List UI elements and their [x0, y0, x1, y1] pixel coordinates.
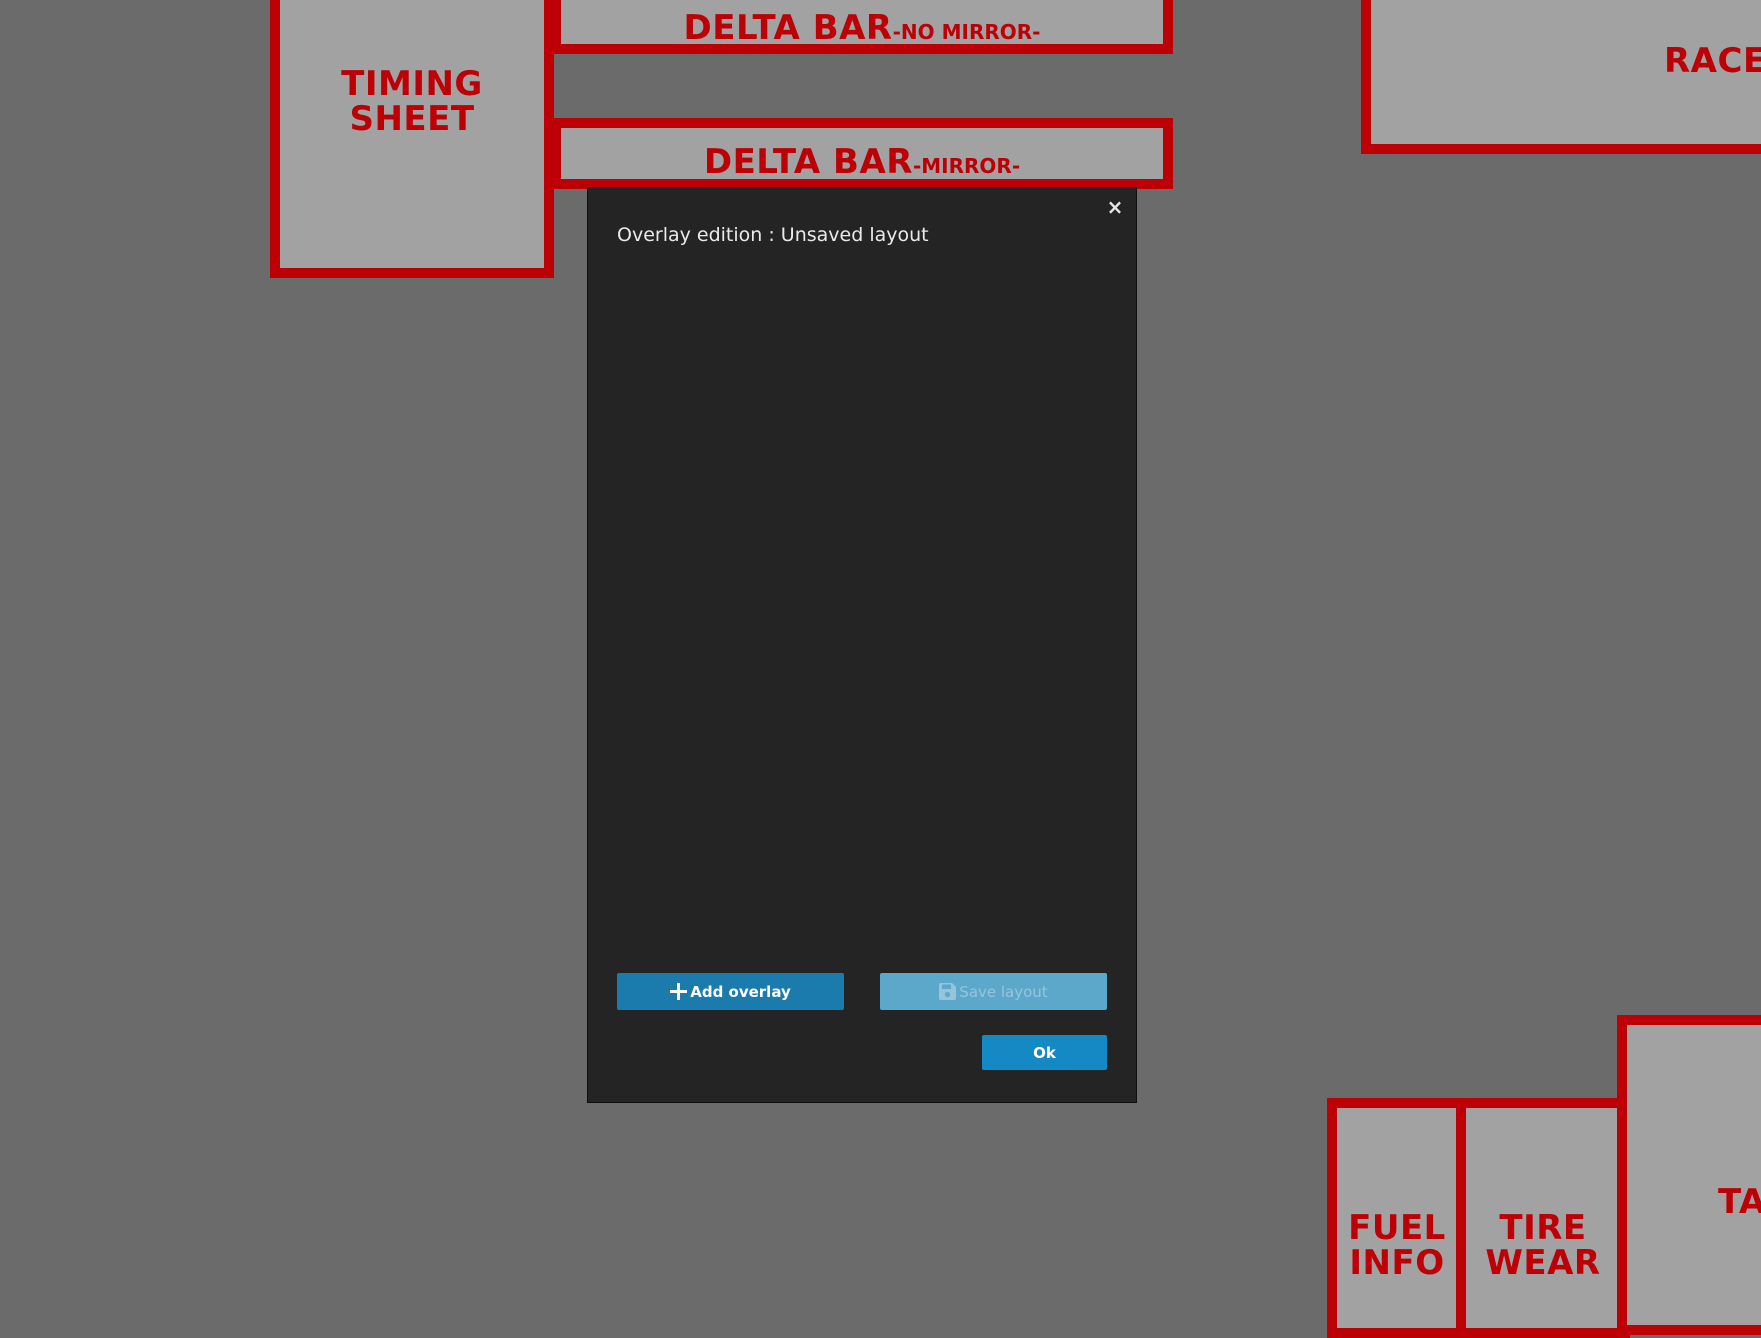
overlay-delta-bar-no-mirror-title: DELTA BAR	[683, 8, 893, 48]
add-overlay-button[interactable]: Add overlay	[617, 973, 844, 1010]
overlay-delta-bar-mirror-label: DELTA BAR-MIRROR-	[561, 145, 1163, 179]
overlay-timing-sheet-line2: SHEET	[349, 99, 475, 139]
overlay-delta-bar-no-mirror[interactable]: DELTA BAR-NO MIRROR-	[551, 0, 1173, 54]
plus-icon	[670, 983, 688, 1000]
overlay-timing-sheet-line1: TIMING	[341, 64, 483, 104]
ok-button[interactable]: Ok	[982, 1035, 1107, 1070]
overlay-race[interactable]: RACE	[1361, 0, 1761, 154]
overlay-delta-bar-mirror[interactable]: DELTA BAR-MIRROR-	[551, 118, 1173, 189]
overlay-delta-bar-no-mirror-label: DELTA BAR-NO MIRROR-	[561, 8, 1163, 48]
overlay-tire-wear[interactable]: TIRE WEAR	[1456, 1098, 1630, 1338]
overlay-edition-dialog: × Overlay edition : Unsaved layout Add o…	[587, 187, 1137, 1103]
overlay-fuel-info-line2: INFO	[1349, 1243, 1445, 1283]
overlay-delta-bar-mirror-title: DELTA BAR	[703, 142, 913, 182]
close-icon[interactable]: ×	[1104, 196, 1126, 218]
overlay-tire-wear-line2: WEAR	[1485, 1243, 1601, 1283]
overlay-tire-wear-label: TIRE WEAR	[1466, 1211, 1620, 1281]
dialog-title: Overlay edition : Unsaved layout	[617, 224, 929, 246]
save-layout-label: Save layout	[959, 982, 1048, 1001]
overlay-race-label: RACE	[1664, 41, 1761, 81]
overlay-timing-sheet-label: TIMING SHEET	[280, 67, 544, 137]
floppy-disk-icon	[939, 983, 957, 1000]
overlay-delta-bar-mirror-suffix: -MIRROR-	[912, 154, 1021, 178]
overlay-tire-wear-line1: TIRE	[1499, 1208, 1587, 1248]
overlay-ta[interactable]: TA	[1617, 1015, 1761, 1335]
overlay-list-area	[617, 268, 1107, 972]
overlay-fuel-info-label: FUEL INFO	[1337, 1211, 1457, 1281]
overlay-ta-label: TA	[1718, 1182, 1761, 1222]
overlay-timing-sheet[interactable]: TIMING SHEET	[270, 0, 554, 278]
save-layout-button[interactable]: Save layout	[880, 973, 1107, 1010]
overlay-fuel-info-line1: FUEL	[1348, 1208, 1446, 1248]
add-overlay-label: Add overlay	[690, 982, 791, 1001]
overlay-delta-bar-no-mirror-suffix: -NO MIRROR-	[892, 20, 1041, 44]
overlay-fuel-info[interactable]: FUEL INFO	[1327, 1098, 1467, 1338]
